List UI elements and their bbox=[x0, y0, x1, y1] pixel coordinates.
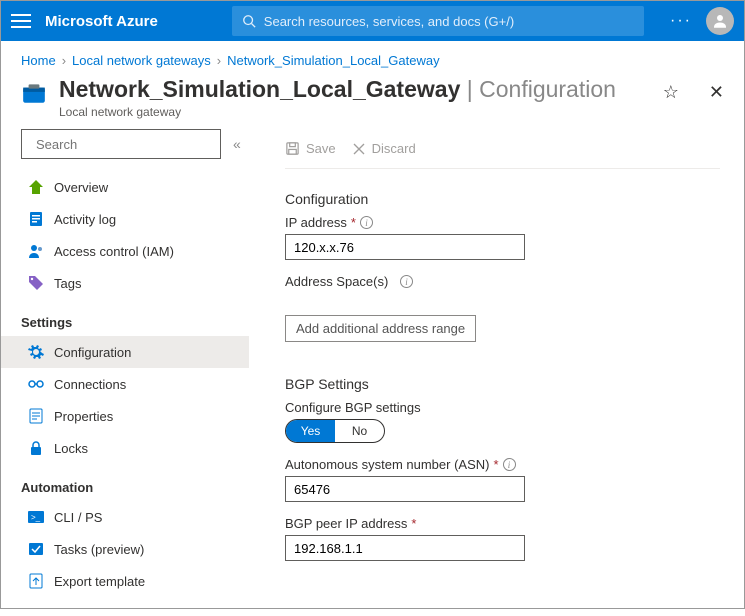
connections-icon bbox=[28, 376, 44, 392]
sidebar-item-cli[interactable]: >_ CLI / PS bbox=[21, 501, 249, 533]
sidebar-item-label: Export template bbox=[54, 574, 145, 589]
overview-icon bbox=[28, 179, 44, 195]
discard-button[interactable]: Discard bbox=[352, 141, 416, 156]
bgp-heading: BGP Settings bbox=[285, 376, 720, 392]
global-search[interactable] bbox=[232, 6, 644, 36]
breadcrumb-current[interactable]: Network_Simulation_Local_Gateway bbox=[227, 53, 439, 68]
title-bar: Network_Simulation_Local_Gateway | Confi… bbox=[1, 76, 744, 129]
cli-icon: >_ bbox=[28, 509, 44, 525]
breadcrumb: Home › Local network gateways › Network_… bbox=[1, 41, 744, 76]
discard-label: Discard bbox=[372, 141, 416, 156]
breadcrumb-lng[interactable]: Local network gateways bbox=[72, 53, 211, 68]
sidebar-search-input[interactable] bbox=[36, 137, 212, 152]
breadcrumb-home[interactable]: Home bbox=[21, 53, 56, 68]
info-icon[interactable]: i bbox=[503, 458, 516, 471]
favorite-icon[interactable]: ☆ bbox=[663, 82, 679, 103]
chevron-right-icon: › bbox=[217, 53, 221, 68]
avatar[interactable] bbox=[706, 7, 734, 35]
sidebar-item-label: Properties bbox=[54, 409, 113, 424]
more-icon[interactable]: ··· bbox=[670, 12, 692, 30]
asn-input[interactable] bbox=[285, 476, 525, 502]
sidebar-item-configuration[interactable]: Configuration bbox=[1, 336, 249, 368]
close-icon[interactable]: ✕ bbox=[709, 82, 724, 103]
sidebar-group-automation: Automation bbox=[21, 480, 249, 495]
sidebar-item-label: Access control (IAM) bbox=[54, 244, 174, 259]
sidebar-item-label: Activity log bbox=[54, 212, 116, 227]
sidebar-search[interactable] bbox=[21, 129, 221, 159]
global-search-input[interactable] bbox=[264, 14, 634, 29]
hamburger-menu[interactable] bbox=[11, 14, 31, 28]
sidebar-item-label: Tasks (preview) bbox=[54, 542, 144, 557]
sidebar-item-tasks[interactable]: Tasks (preview) bbox=[21, 533, 249, 565]
sidebar-item-label: Connections bbox=[54, 377, 126, 392]
sidebar-group-settings: Settings bbox=[21, 315, 249, 330]
tasks-icon bbox=[28, 541, 44, 557]
bgp-toggle-no[interactable]: No bbox=[335, 420, 384, 442]
save-label: Save bbox=[306, 141, 336, 156]
info-icon[interactable]: i bbox=[400, 275, 413, 288]
sidebar-item-label: Overview bbox=[54, 180, 108, 195]
add-address-range-button[interactable]: Add additional address range bbox=[285, 315, 476, 342]
collapse-icon[interactable]: « bbox=[233, 136, 241, 152]
bgp-peer-label: BGP peer IP address* bbox=[285, 516, 720, 531]
azure-topbar: Microsoft Azure ··· bbox=[1, 1, 744, 41]
search-icon bbox=[242, 14, 256, 28]
address-spaces-label: Address Space(s) i bbox=[285, 274, 720, 289]
ip-address-label: IP address*i bbox=[285, 215, 720, 230]
sidebar-item-tags[interactable]: Tags bbox=[21, 267, 249, 299]
save-icon bbox=[285, 141, 300, 156]
sidebar-item-export[interactable]: Export template bbox=[21, 565, 249, 597]
chevron-right-icon: › bbox=[62, 53, 66, 68]
resource-type-label: Local network gateway bbox=[59, 105, 651, 119]
blade-section: Configuration bbox=[479, 76, 616, 102]
sidebar-item-label: CLI / PS bbox=[54, 510, 102, 525]
resource-name: Network_Simulation_Local_Gateway bbox=[59, 76, 460, 102]
command-bar: Save Discard bbox=[285, 129, 720, 169]
svg-text:>_: >_ bbox=[31, 513, 41, 522]
sidebar-item-locks[interactable]: Locks bbox=[21, 432, 249, 464]
discard-icon bbox=[352, 142, 366, 156]
gear-icon bbox=[28, 344, 44, 360]
sidebar-item-label: Locks bbox=[54, 441, 88, 456]
sidebar-item-access-control[interactable]: Access control (IAM) bbox=[21, 235, 249, 267]
main-pane: Save Discard Configuration IP address*i … bbox=[249, 129, 744, 616]
ip-address-input[interactable] bbox=[285, 234, 525, 260]
resource-icon bbox=[21, 80, 47, 106]
sidebar-item-connections[interactable]: Connections bbox=[21, 368, 249, 400]
access-control-icon bbox=[28, 243, 44, 259]
bgp-toggle-yes[interactable]: Yes bbox=[286, 420, 335, 442]
sidebar-item-properties[interactable]: Properties bbox=[21, 400, 249, 432]
sidebar-item-label: Configuration bbox=[54, 345, 131, 360]
brand-label: Microsoft Azure bbox=[45, 13, 158, 30]
config-heading: Configuration bbox=[285, 191, 720, 207]
sidebar: « Overview Activity log Access control (… bbox=[1, 129, 249, 616]
activity-log-icon bbox=[28, 211, 44, 227]
lock-icon bbox=[28, 440, 44, 456]
configure-bgp-label: Configure BGP settings bbox=[285, 400, 720, 415]
asn-label: Autonomous system number (ASN)*i bbox=[285, 457, 720, 472]
properties-icon bbox=[28, 408, 44, 424]
sidebar-item-overview[interactable]: Overview bbox=[21, 171, 249, 203]
export-icon bbox=[28, 573, 44, 589]
bgp-toggle[interactable]: Yes No bbox=[285, 419, 385, 443]
sidebar-item-label: Tags bbox=[54, 276, 81, 291]
info-icon[interactable]: i bbox=[360, 216, 373, 229]
save-button[interactable]: Save bbox=[285, 141, 336, 156]
page-title: Network_Simulation_Local_Gateway | Confi… bbox=[59, 76, 651, 103]
tags-icon bbox=[28, 275, 44, 291]
sidebar-item-activity-log[interactable]: Activity log bbox=[21, 203, 249, 235]
bgp-peer-input[interactable] bbox=[285, 535, 525, 561]
